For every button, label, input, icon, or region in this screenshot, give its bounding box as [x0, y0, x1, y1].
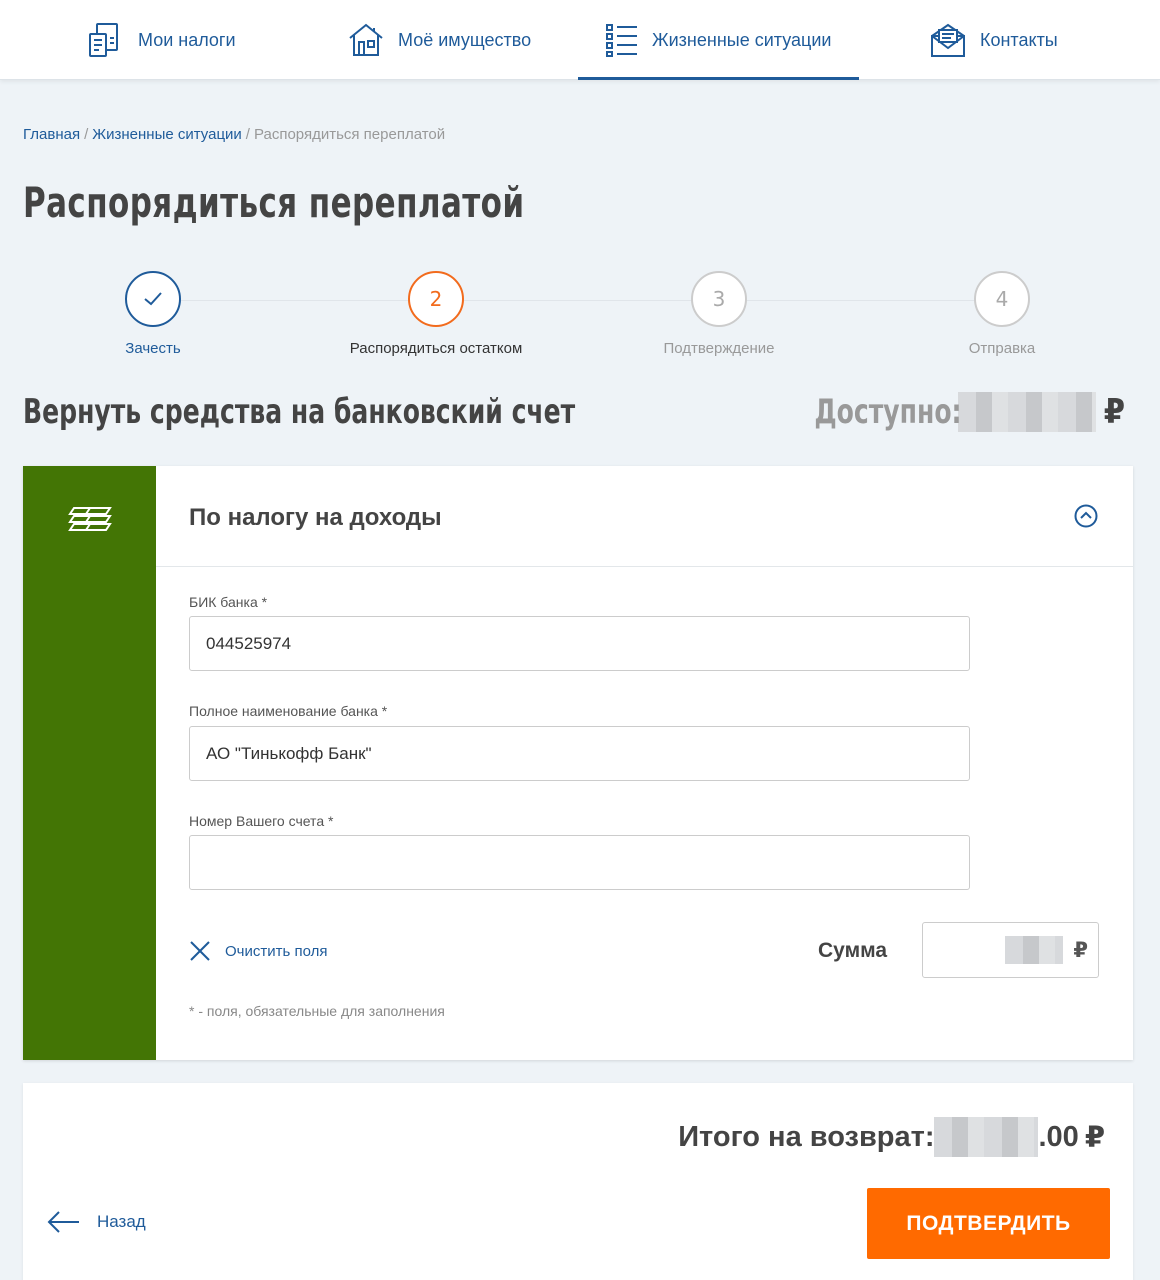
step-4: 4 Отправка	[892, 271, 1112, 357]
back-button[interactable]: Назад	[47, 1211, 146, 1233]
breadcrumb: Главная / Жизненные ситуации / Распорядиться…	[23, 126, 445, 143]
stepper-line	[180, 300, 980, 301]
breadcrumb-current: Распорядиться переплатой	[253, 126, 446, 143]
envelope-icon	[931, 23, 965, 57]
step-label: Зачесть	[125, 340, 181, 357]
total-label: Итого на возврат:	[678, 1120, 935, 1153]
breadcrumb-separator: /	[84, 126, 89, 143]
nav-label: Моё имущество	[398, 29, 532, 50]
step-circle: 2	[408, 271, 464, 327]
bank-name-input[interactable]	[189, 726, 970, 781]
nav-label: Жизненные ситуации	[652, 29, 832, 50]
back-label: Назад	[97, 1212, 146, 1231]
step-circle: 4	[974, 271, 1030, 327]
nav-item-life-situations[interactable]: Жизненные ситуации	[577, 0, 860, 80]
card-header[interactable]: По налогу на доходы	[156, 466, 1133, 567]
breadcrumb-separator: /	[245, 126, 250, 143]
card-side-panel	[23, 466, 156, 1060]
arrow-left-icon	[47, 1211, 79, 1233]
breadcrumb-home[interactable]: Главная	[23, 126, 80, 143]
chevron-up-icon[interactable]	[1074, 504, 1098, 528]
clear-fields-label: Очистить поля	[225, 942, 328, 960]
step-label: Распорядиться остатком	[349, 340, 523, 357]
redacted-amount	[1005, 936, 1064, 964]
card-title: По налогу на доходы	[189, 504, 442, 531]
total-refund: Итого на возврат: .00 ₽	[678, 1117, 1105, 1157]
footer-card: Итого на возврат: .00 ₽ Назад ПОДТВЕРДИТ…	[23, 1083, 1133, 1280]
bank-name-label: Полное наименование банка *	[189, 703, 388, 719]
nav-label: Мои налоги	[138, 29, 236, 50]
account-number-label: Номер Вашего счета *	[189, 813, 334, 829]
clear-fields-button[interactable]: Очистить поля	[189, 940, 327, 962]
check-icon	[144, 292, 162, 306]
step-circle: 3	[691, 271, 747, 327]
bik-input[interactable]	[189, 616, 970, 671]
step-3: 3 Подтверждение	[609, 271, 829, 357]
documents-icon	[89, 23, 118, 57]
breadcrumb-life-situations[interactable]: Жизненные ситуации	[92, 126, 242, 143]
refund-card: По налогу на доходы БИК банка * Полное н…	[23, 466, 1133, 1060]
total-suffix: .00	[1038, 1120, 1079, 1153]
redacted-amount	[957, 392, 1096, 432]
house-icon	[349, 23, 383, 56]
bik-label: БИК банка *	[189, 594, 268, 610]
page-title: Распорядиться переплатой	[23, 178, 525, 227]
step-label: Подтверждение	[663, 340, 775, 357]
step-circle	[125, 271, 181, 327]
close-icon	[190, 941, 210, 961]
sum-label: Сумма	[818, 939, 888, 962]
sum-input[interactable]: ₽	[922, 922, 1099, 978]
step-2: 2 Распорядиться остатком	[326, 271, 546, 357]
available-label: Доступно:	[814, 392, 962, 432]
step-1[interactable]: Зачесть	[43, 271, 263, 357]
nav-item-my-taxes[interactable]: Мои налоги	[88, 0, 236, 80]
list-icon	[606, 24, 637, 57]
step-label: Отправка	[968, 340, 1036, 357]
ruble-sign: ₽	[1073, 938, 1088, 962]
section-title: Вернуть средства на банковский счет	[23, 392, 576, 432]
confirm-button[interactable]: ПОДТВЕРДИТЬ	[867, 1188, 1110, 1259]
required-fields-note: * - поля, обязательные для заполнения	[189, 1003, 445, 1019]
account-number-input[interactable]	[189, 835, 970, 890]
money-stack-icon	[68, 507, 112, 531]
nav-label: Контакты	[980, 29, 1058, 50]
ruble-sign: ₽	[1103, 392, 1125, 432]
redacted-amount	[934, 1117, 1039, 1157]
available-amount: Доступно: ₽	[782, 392, 1125, 432]
top-navigation: Мои налоги Моё имущество Жизненные ситуа…	[0, 0, 1160, 80]
ruble-sign: ₽	[1084, 1121, 1105, 1154]
nav-item-contacts[interactable]: Контакты	[930, 0, 1058, 80]
nav-item-my-property[interactable]: Моё имущество	[348, 0, 531, 80]
